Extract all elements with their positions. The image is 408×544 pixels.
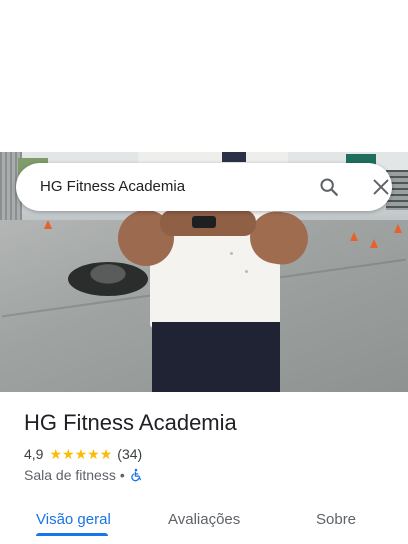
photo-cone (350, 232, 358, 241)
search-icon[interactable] (318, 176, 340, 198)
close-icon[interactable] (370, 176, 392, 198)
rating-value: 4,9 (24, 446, 44, 462)
tab-overview[interactable]: Visão geral (36, 511, 111, 528)
star-icon: ★ (74, 446, 88, 462)
place-category[interactable]: Sala de fitness (24, 467, 116, 483)
category-row: Sala de fitness • (24, 466, 143, 484)
photo-tire (68, 262, 148, 296)
photo-person-pants (152, 322, 280, 392)
photo-shirt-mark (230, 252, 233, 255)
place-info-panel: HG Fitness Academia 4,9 ★ ★ ★ ★ ★ (34) S… (0, 392, 408, 544)
photo-cone (44, 220, 52, 229)
star-icon: ★ (87, 446, 100, 462)
photo-cone (394, 224, 402, 233)
tab-bar: Visão geral Avaliações Sobre (0, 498, 408, 544)
photo-cone (370, 239, 378, 248)
star-icon: ★ (62, 446, 75, 462)
photo-person-collar (222, 152, 246, 162)
review-count[interactable]: (34) (117, 446, 142, 462)
photo-shirt-mark (245, 270, 248, 273)
active-tab-indicator (36, 533, 108, 536)
star-icon: ★ (49, 446, 63, 462)
search-bar[interactable]: HG Fitness Academia (16, 163, 392, 211)
wheelchair-icon (129, 468, 143, 482)
rating-stars: ★ ★ ★ ★ ★ (49, 447, 112, 461)
tab-about[interactable]: Sobre (316, 511, 356, 528)
separator: • (119, 467, 125, 483)
tab-reviews[interactable]: Avaliações (168, 511, 240, 528)
photo-phone (192, 216, 216, 228)
place-title: HG Fitness Academia (24, 410, 237, 435)
blank-header-area (0, 0, 408, 152)
rating-row[interactable]: 4,9 ★ ★ ★ ★ ★ (34) (24, 445, 142, 463)
search-input[interactable]: HG Fitness Academia (40, 178, 185, 195)
star-icon: ★ (99, 446, 113, 462)
